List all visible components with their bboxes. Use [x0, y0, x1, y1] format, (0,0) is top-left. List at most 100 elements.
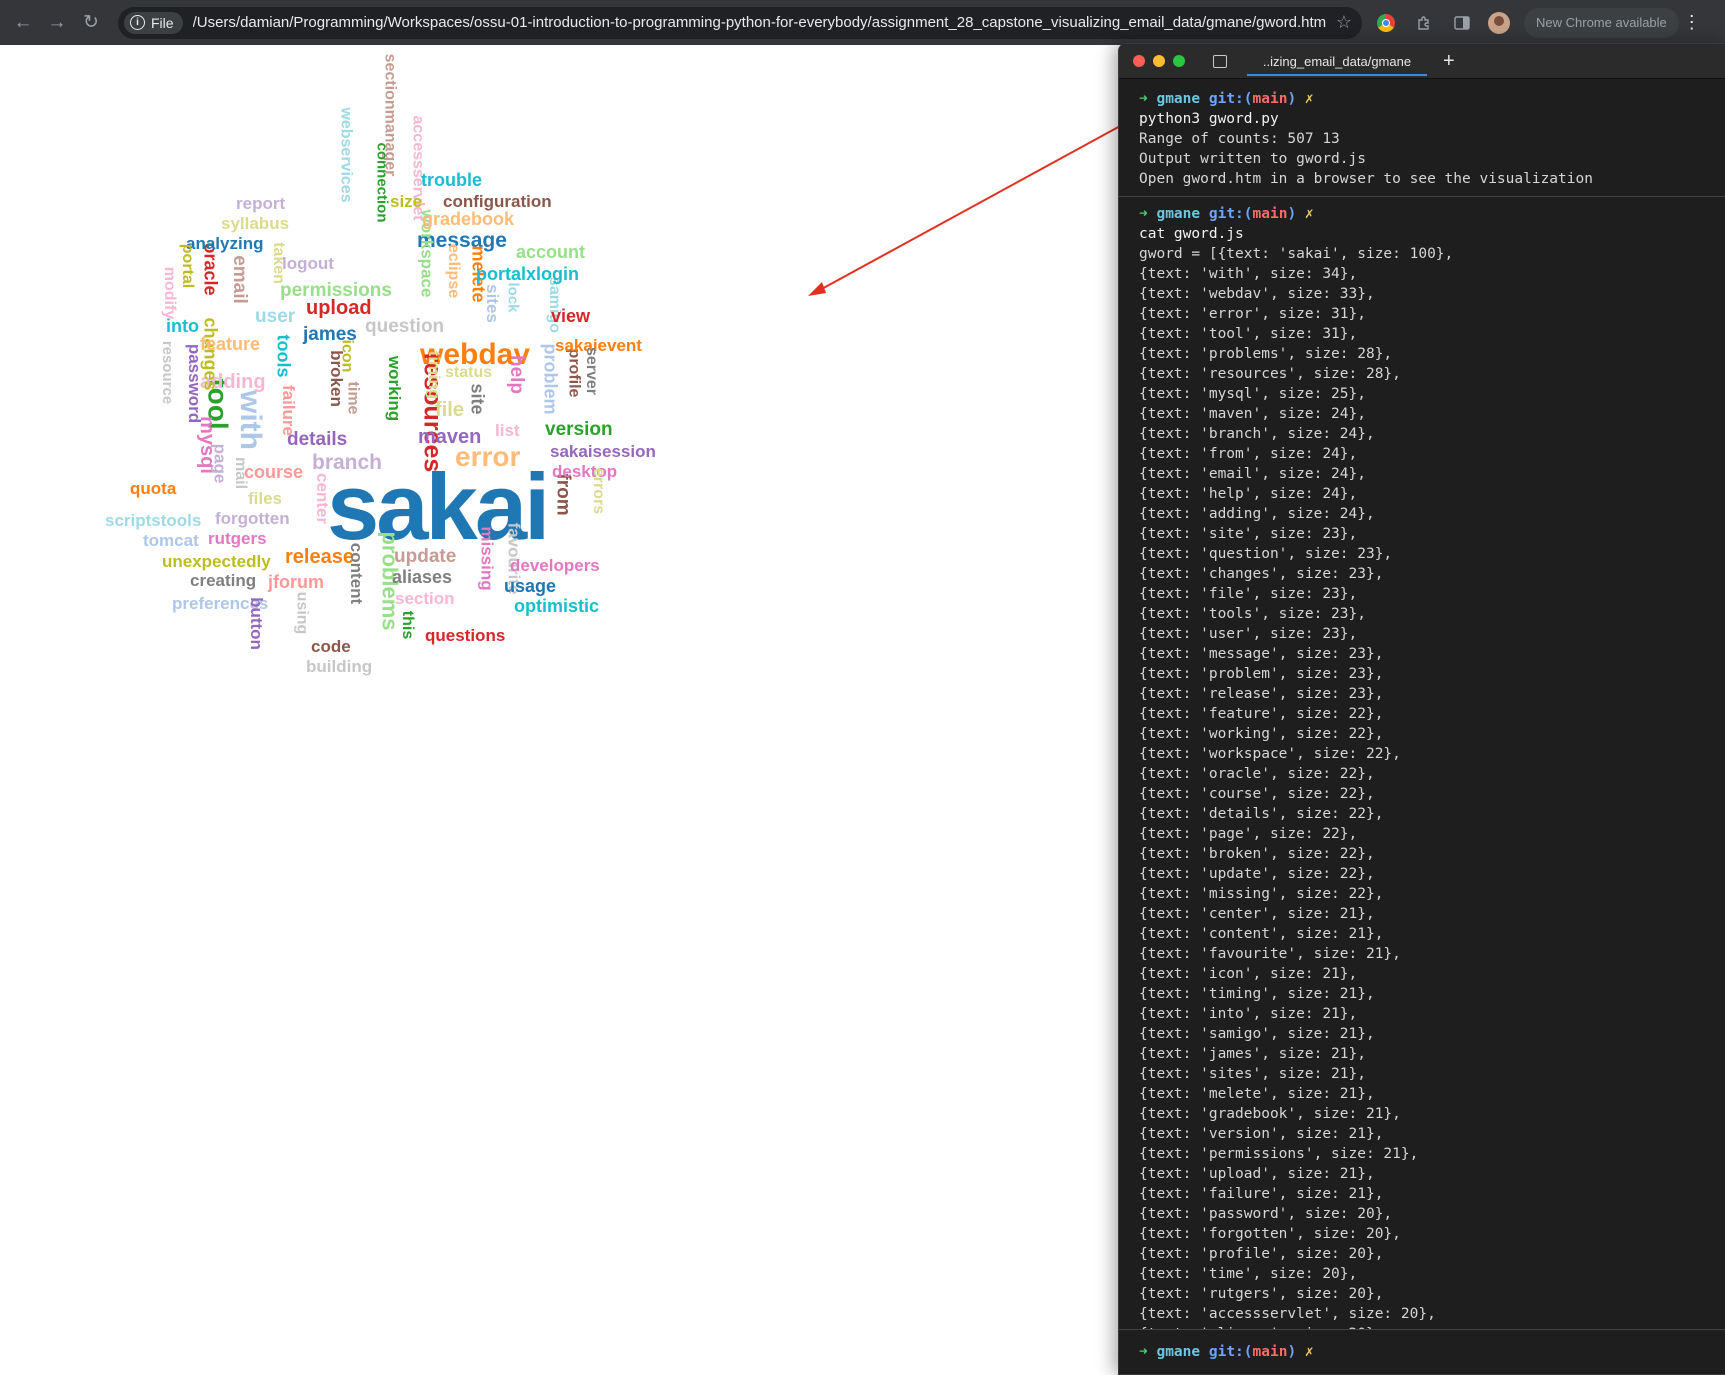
terminal-tab[interactable]: ..izing_email_data/gmane: [1247, 44, 1427, 78]
output-line: {text: 'adding', size: 24},: [1139, 506, 1375, 522]
cloud-word-email: email: [228, 255, 250, 304]
address-bar[interactable]: i File /Users/damian/Programming/Workspa…: [118, 6, 1362, 39]
output-line: {text: 'forgotten', size: 20},: [1139, 1226, 1401, 1242]
cloud-word-trouble: trouble: [421, 170, 482, 190]
cloud-word-report: report: [236, 194, 286, 213]
terminal-active-prompt[interactable]: ➜ gmane git:(main) ✗: [1119, 1329, 1725, 1374]
forward-icon[interactable]: →: [42, 8, 72, 38]
terminal-window: ..izing_email_data/gmane + ➜ gmane git:(…: [1118, 43, 1725, 1375]
output-line: Range of counts: 507 13: [1139, 131, 1340, 147]
cloud-word-connection: connection: [373, 142, 391, 223]
new-tab-button[interactable]: +: [1443, 50, 1455, 73]
tab-overview-icon[interactable]: [1213, 54, 1227, 68]
output-line: {text: 'permissions', size: 21},: [1139, 1146, 1419, 1162]
cloud-word-forgotten: forgotten: [215, 509, 290, 528]
cloud-word-tomcat: tomcat: [143, 531, 199, 550]
output-line: Output written to gword.js: [1139, 151, 1366, 167]
cloud-word-working: working: [385, 355, 405, 422]
output-line: {text: 'missing', size: 22},: [1139, 886, 1384, 902]
output-line: {text: 'question', size: 23},: [1139, 546, 1393, 562]
output-line: {text: 'message', size: 23},: [1139, 646, 1384, 662]
cloud-word-lock: lock: [504, 282, 522, 313]
cloud-word-gradebook: gradebook: [422, 209, 515, 229]
cloud-word-configuration: configuration: [443, 192, 552, 211]
reload-icon[interactable]: ↻: [76, 8, 106, 38]
cloud-word-eclipse: eclipse: [445, 243, 463, 299]
cloud-word-developers: developers: [510, 556, 600, 575]
output-line: {text: 'version', size: 21},: [1139, 1126, 1384, 1142]
cloud-word-resource: resource: [159, 340, 177, 405]
puzzle-extensions-icon[interactable]: [1410, 9, 1438, 37]
minimize-window-button[interactable]: [1153, 55, 1165, 67]
cloud-word-sakaisession: sakaisession: [550, 442, 656, 461]
cloud-word-optimistic: optimistic: [514, 596, 600, 616]
cloud-word-update: update: [394, 546, 457, 567]
cloud-word-user: user: [255, 306, 296, 327]
output-line: {text: 'favourite', size: 21},: [1139, 946, 1401, 962]
prompt-line: ➜ gmane git:(main) ✗: [1139, 206, 1314, 222]
cloud-word-usage: usage: [504, 576, 557, 596]
cloud-word-quota: quota: [130, 479, 177, 498]
cloud-word-webservices: webservices: [337, 107, 355, 203]
cloud-word-view: view: [551, 306, 591, 326]
side-panel-icon[interactable]: [1448, 9, 1476, 37]
url-text[interactable]: /Users/damian/Programming/Workspaces/oss…: [193, 14, 1327, 31]
cloud-word-mail: mail: [232, 456, 250, 490]
output-line: {text: 'profile', size: 20},: [1139, 1246, 1384, 1262]
cloud-word-desktop: desktop: [552, 462, 618, 481]
output-line: {text: 'james', size: 21},: [1139, 1046, 1366, 1062]
bookmark-star-icon[interactable]: ☆: [1336, 12, 1352, 33]
back-icon[interactable]: ←: [8, 8, 38, 38]
cloud-word-scriptstools: scriptstools: [105, 511, 202, 530]
profile-avatar[interactable]: [1488, 11, 1510, 34]
cloud-word-failure: failure: [279, 384, 299, 437]
cloud-word-size: size: [390, 192, 423, 211]
cloud-word-version: version: [545, 419, 613, 440]
output-line: gword = [{text: 'sakai', size: 100},: [1139, 246, 1454, 262]
output-line: {text: 'user', size: 23},: [1139, 626, 1358, 642]
cloud-word-feature: feature: [200, 334, 261, 354]
update-chrome-button[interactable]: New Chrome available: [1524, 7, 1679, 38]
cloud-word-section: section: [395, 589, 455, 608]
close-window-button[interactable]: [1133, 55, 1145, 67]
output-line: {text: 'course', size: 22},: [1139, 786, 1375, 802]
cloud-word-timing: timing: [425, 351, 442, 399]
output-line: {text: 'tools', size: 23},: [1139, 606, 1366, 622]
output-line: Open gword.htm in a browser to see the v…: [1139, 171, 1593, 187]
output-line: {text: 'oracle', size: 22},: [1139, 766, 1375, 782]
chrome-extension-icon[interactable]: [1372, 9, 1400, 37]
cloud-word-james: james: [303, 324, 357, 345]
cloud-word-site: site: [467, 383, 488, 415]
output-line: {text: 'timing', size: 21},: [1139, 986, 1375, 1002]
output-line: {text: 'icon', size: 21},: [1139, 966, 1358, 982]
output-line: {text: 'samigo', size: 21},: [1139, 1026, 1375, 1042]
output-line: {text: 'from', size: 24},: [1139, 446, 1358, 462]
output-line: {text: 'upload', size: 21},: [1139, 1166, 1375, 1182]
output-line: {text: 'gradebook', size: 21},: [1139, 1106, 1401, 1122]
output-line: {text: 'update', size: 22},: [1139, 866, 1375, 882]
cloud-word-jforum: jforum: [268, 572, 324, 592]
site-info-chip[interactable]: i File: [124, 11, 183, 34]
command-line: python3 gword.py: [1139, 111, 1279, 127]
browser-menu-icon[interactable]: ⋮: [1683, 12, 1701, 33]
output-line: {text: 'broken', size: 22},: [1139, 846, 1375, 862]
output-line: {text: 'accessservlet', size: 20},: [1139, 1306, 1436, 1322]
cloud-word-logout: logout: [282, 254, 334, 273]
cloud-word-analyzing: analyzing: [186, 234, 264, 253]
cloud-word-syllabus: syllabus: [221, 214, 290, 233]
output-line: {text: 'resources', size: 28},: [1139, 366, 1401, 382]
cloud-word-status: status: [445, 364, 493, 381]
output-line: {text: 'site', size: 23},: [1139, 526, 1358, 542]
zoom-window-button[interactable]: [1173, 55, 1185, 67]
cloud-word-question: question: [365, 316, 445, 337]
cloud-word-profile: profile: [565, 348, 583, 398]
command-line: cat gword.js: [1139, 226, 1244, 242]
output-line: {text: 'time', size: 20},: [1139, 1266, 1358, 1282]
cloud-word-into: into: [166, 316, 199, 336]
terminal-output[interactable]: ➜ gmane git:(main) ✗ python3 gword.py Rang…: [1119, 79, 1725, 1344]
cloud-word-branch: branch: [312, 451, 383, 474]
prompt-line: ➜ gmane git:(main) ✗: [1139, 91, 1314, 107]
output-line: {text: 'webdav', size: 33},: [1139, 286, 1375, 302]
cloud-word-using: using: [293, 591, 311, 635]
output-line: {text: 'tool', size: 31},: [1139, 326, 1358, 342]
